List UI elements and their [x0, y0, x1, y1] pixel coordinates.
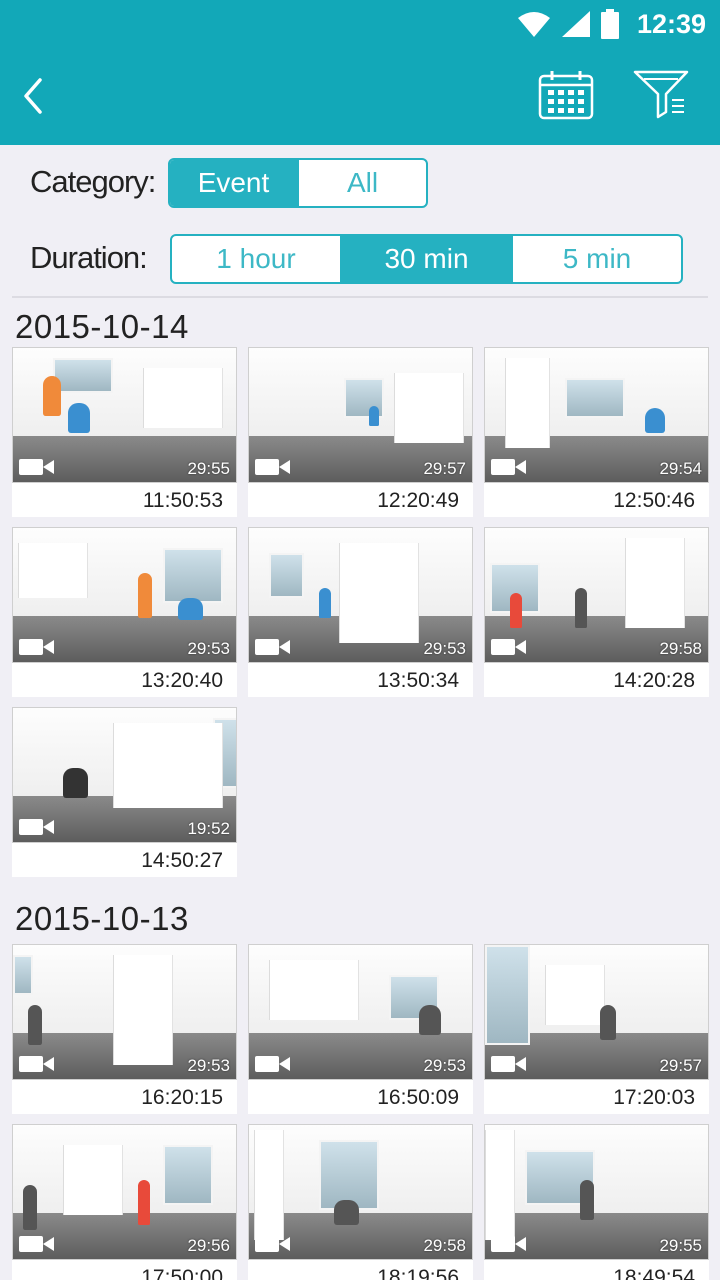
recording-thumbnail[interactable]: 29:54 12:50:46	[484, 347, 709, 517]
video-camera-icon	[19, 638, 55, 656]
video-camera-icon	[255, 458, 291, 476]
clip-start-time: 18:19:56	[377, 1266, 459, 1280]
clip-start-time: 13:20:40	[141, 669, 223, 692]
date-header: 2015-10-13	[15, 900, 189, 937]
clip-duration: 29:55	[659, 1236, 702, 1255]
clip-start-time: 14:20:28	[613, 669, 695, 692]
clip-start-time: 11:50:53	[142, 489, 223, 512]
app-bar: 12:39	[0, 0, 720, 145]
clip-start-time: 14:50:27	[141, 849, 223, 872]
thumbnail-image: 29:56	[12, 1124, 237, 1260]
recording-thumbnail[interactable]: 29:55 11:50:53	[12, 347, 237, 517]
clip-duration: 29:58	[659, 639, 702, 658]
recording-thumbnail[interactable]: 29:57 17:20:03	[484, 944, 709, 1114]
wifi-icon	[517, 12, 550, 37]
clip-duration: 29:55	[187, 459, 230, 478]
thumbnail-image: 29:58	[484, 527, 709, 663]
clip-duration: 29:58	[423, 1236, 466, 1255]
clip-start-time: 17:20:03	[613, 1086, 695, 1109]
video-camera-icon	[255, 638, 291, 656]
recording-thumbnail[interactable]: 29:55 18:49:54	[484, 1124, 709, 1280]
clip-start-time: 12:50:46	[613, 489, 695, 512]
clip-duration: 29:57	[423, 459, 466, 478]
recording-thumbnail[interactable]: 29:58 14:20:28	[484, 527, 709, 697]
thumbnail-image: 29:55	[484, 1124, 709, 1260]
video-camera-icon	[19, 818, 55, 836]
thumbnail-image: 19:52	[12, 707, 237, 843]
video-camera-icon	[19, 1055, 55, 1073]
duration-option-5-min[interactable]: 5 min	[513, 236, 681, 282]
clip-duration: 29:54	[659, 459, 702, 478]
recording-thumbnail[interactable]: 29:58 18:19:56	[248, 1124, 473, 1280]
clip-duration: 29:57	[659, 1056, 702, 1075]
thumbnail-image: 29:53	[248, 944, 473, 1080]
duration-label: Duration:	[30, 240, 148, 275]
clip-duration: 19:52	[187, 819, 230, 838]
thumbnail-image: 29:58	[248, 1124, 473, 1260]
recording-thumbnail[interactable]: 29:57 12:20:49	[248, 347, 473, 517]
category-option-event[interactable]: Event	[170, 160, 299, 206]
video-camera-icon	[19, 458, 55, 476]
thumbnail-image: 29:57	[484, 944, 709, 1080]
calendar-icon[interactable]	[537, 70, 595, 120]
clip-duration: 29:53	[187, 1056, 230, 1075]
recording-thumbnail[interactable]: 29:53 13:50:34	[248, 527, 473, 697]
status-bar: 12:39	[517, 6, 706, 42]
duration-segmented-control: 1 hour 30 min 5 min	[170, 234, 683, 284]
video-camera-icon	[491, 458, 527, 476]
video-camera-icon	[491, 638, 527, 656]
thumbnail-image: 29:55	[12, 347, 237, 483]
clip-start-time: 18:49:54	[613, 1266, 695, 1280]
cell-signal-icon	[561, 11, 590, 37]
clip-duration: 29:53	[187, 639, 230, 658]
clip-duration: 29:53	[423, 639, 466, 658]
filter-icon[interactable]	[632, 68, 692, 120]
category-label: Category:	[30, 164, 156, 199]
recording-thumbnail[interactable]: 29:53 16:50:09	[248, 944, 473, 1114]
thumbnail-image: 29:53	[248, 527, 473, 663]
clip-start-time: 16:50:09	[377, 1086, 459, 1109]
clip-start-time: 12:20:49	[377, 489, 459, 512]
thumbnail-image: 29:57	[248, 347, 473, 483]
video-camera-icon	[19, 1235, 55, 1253]
status-time: 12:39	[636, 8, 706, 39]
recording-thumbnail[interactable]: 29:53 13:20:40	[12, 527, 237, 697]
video-camera-icon	[491, 1055, 527, 1073]
clip-start-time: 13:50:34	[377, 669, 459, 692]
thumbnail-image: 29:53	[12, 527, 237, 663]
duration-option-30-min[interactable]: 30 min	[342, 236, 513, 282]
thumbnail-image: 29:53	[12, 944, 237, 1080]
clip-duration: 29:56	[187, 1236, 230, 1255]
video-camera-icon	[491, 1235, 527, 1253]
clip-start-time: 17:50:00	[141, 1266, 223, 1280]
recording-thumbnail[interactable]: 29:56 17:50:00	[12, 1124, 237, 1280]
video-camera-icon	[255, 1235, 291, 1253]
divider	[12, 296, 708, 298]
duration-option-1-hour[interactable]: 1 hour	[172, 236, 342, 282]
back-arrow-icon[interactable]	[14, 72, 54, 120]
category-segmented-control: Event All	[168, 158, 428, 208]
thumbnail-image: 29:54	[484, 347, 709, 483]
clip-start-time: 16:20:15	[141, 1086, 223, 1109]
video-camera-icon	[255, 1055, 291, 1073]
battery-icon	[600, 9, 619, 39]
recording-thumbnail[interactable]: 29:53 16:20:15	[12, 944, 237, 1114]
recording-thumbnail[interactable]: 19:52 14:50:27	[12, 707, 237, 877]
date-header: 2015-10-14	[15, 308, 189, 345]
category-option-all[interactable]: All	[299, 160, 426, 206]
clip-duration: 29:53	[423, 1056, 466, 1075]
